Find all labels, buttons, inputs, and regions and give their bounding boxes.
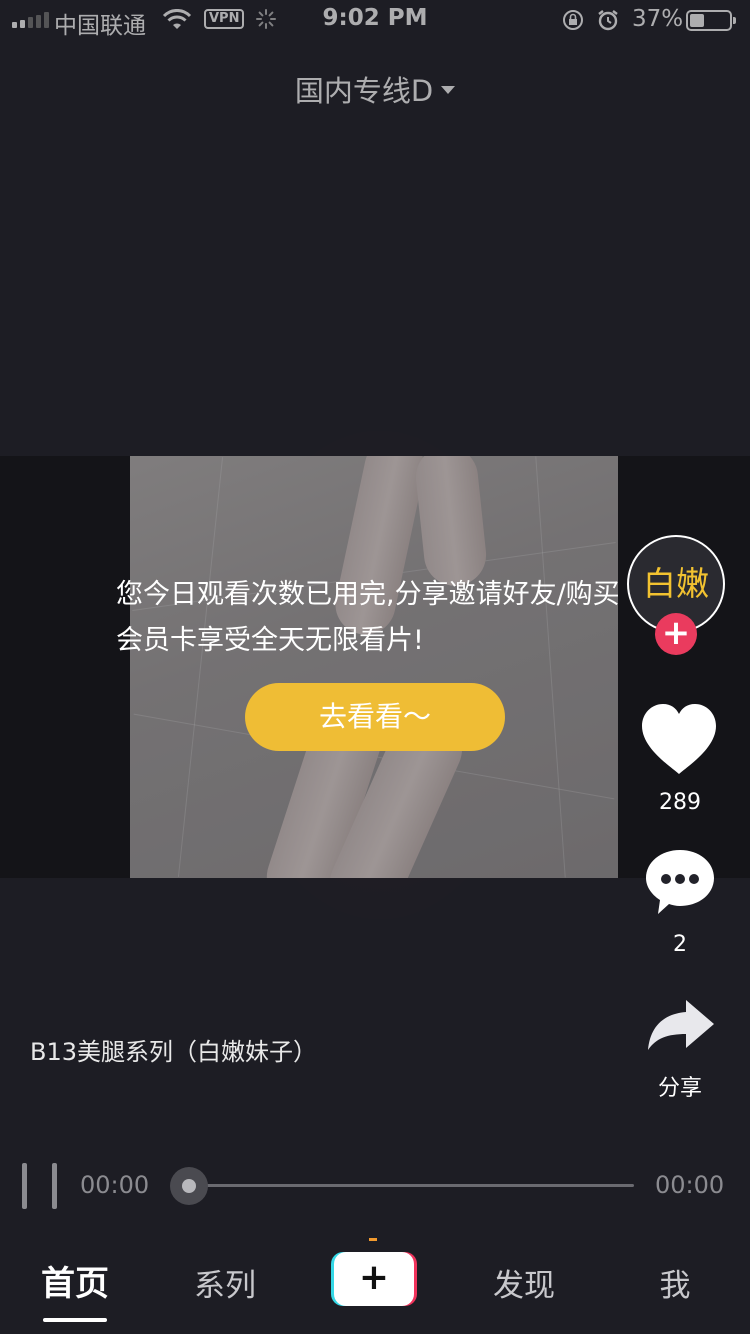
- go-see-button[interactable]: 去看看～: [245, 683, 505, 751]
- rotation-lock-icon: [563, 10, 583, 30]
- caret-down-icon: [441, 86, 456, 94]
- active-tab-indicator: [43, 1318, 107, 1322]
- add-indicator-dot: [369, 1238, 377, 1241]
- like-count: 289: [659, 790, 701, 815]
- add-button[interactable]: +: [334, 1252, 414, 1306]
- like-heart-icon[interactable]: [640, 702, 718, 776]
- progress-thumb[interactable]: [170, 1167, 208, 1205]
- video-title: B13美腿系列（白嫩妹子）: [30, 1038, 318, 1066]
- view-limit-message: 您今日观看次数已用完,分享邀请好友/购买会员卡享受全天无限看片!: [116, 579, 620, 656]
- comment-count: 2: [673, 932, 687, 957]
- bottom-tab-bar: 首页 系列 + 发现 我: [0, 1238, 750, 1334]
- progress-track[interactable]: [176, 1184, 634, 1187]
- pause-bar-left: [22, 1163, 27, 1209]
- battery-icon: [686, 10, 736, 31]
- follow-button[interactable]: +: [655, 613, 697, 655]
- channel-title: 国内专线D: [294, 74, 434, 108]
- comment-icon[interactable]: [644, 848, 716, 916]
- tab-me[interactable]: 我: [615, 1260, 735, 1305]
- current-time: 00:00: [80, 1171, 150, 1199]
- battery-percent: 37%: [632, 6, 684, 32]
- pause-button[interactable]: [22, 1163, 58, 1209]
- video-thumbnail[interactable]: [130, 456, 618, 878]
- tab-discover[interactable]: 发现: [464, 1260, 584, 1305]
- tab-home[interactable]: 首页: [15, 1256, 135, 1305]
- status-bar: 中国联通 VPN 9:02 PM 37%: [0, 0, 750, 40]
- duration-time: 00:00: [655, 1171, 725, 1199]
- tab-series[interactable]: 系列: [165, 1260, 285, 1305]
- pause-bar-right: [52, 1163, 57, 1209]
- channel-selector[interactable]: 国内专线D: [0, 68, 750, 110]
- battery-level-fill: [690, 14, 704, 27]
- share-arrow-icon[interactable]: [646, 998, 716, 1052]
- alarm-icon: [598, 10, 618, 31]
- share-label[interactable]: 分享: [630, 1070, 730, 1102]
